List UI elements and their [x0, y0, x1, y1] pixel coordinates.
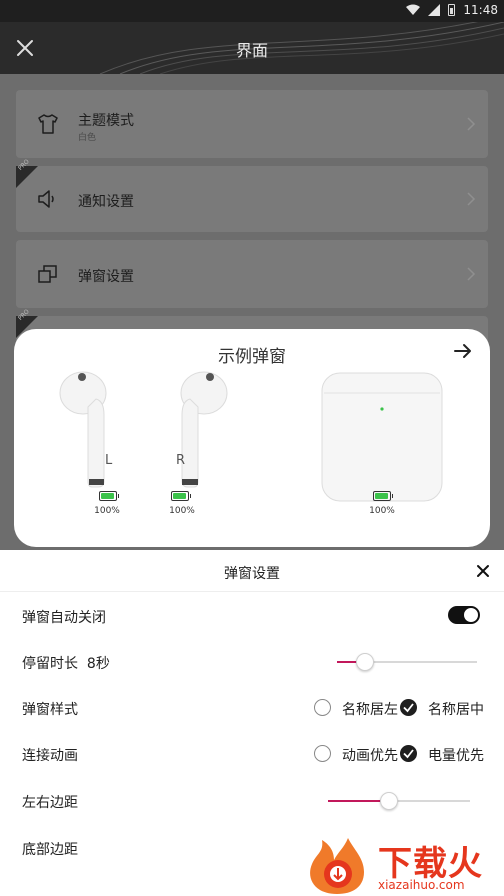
- left-earbud: L: [58, 369, 128, 489]
- settings-item-sub: 白色: [78, 133, 97, 143]
- pro-badge-label: PRO: [17, 158, 31, 172]
- connect-anim-label: 连接动画: [22, 748, 78, 764]
- connect-anim-option-anim[interactable]: 动画优先: [342, 745, 398, 765]
- watermark: 下载火 xiazaihuo.com: [296, 830, 504, 896]
- left-letter: L: [105, 453, 113, 468]
- left-battery-percent: 100%: [94, 506, 120, 516]
- chevron-right-icon: [467, 267, 476, 281]
- check-icon: [403, 749, 414, 759]
- sheet-title: 弹窗设置: [224, 566, 280, 582]
- stay-time-title: 停留时长: [22, 656, 78, 672]
- window-copy-icon: [38, 265, 57, 283]
- slider-thumb[interactable]: [380, 792, 399, 810]
- auto-close-label: 弹窗自动关闭: [22, 610, 106, 626]
- status-time: 11:48: [463, 3, 498, 17]
- side-margin-slider[interactable]: [328, 792, 470, 810]
- stay-time-value: 8秒: [86, 656, 110, 672]
- chevron-right-icon: [467, 117, 476, 131]
- earbud-left-image: [59, 371, 107, 488]
- right-battery-percent: 100%: [169, 506, 195, 516]
- toggle-knob: [463, 607, 479, 623]
- settings-item-label: 主题模式: [78, 113, 134, 129]
- check-icon: [403, 703, 414, 713]
- popup-settings-sheet: 弹窗设置 弹窗自动关闭 停留时长 8秒 弹窗样式 名称居左 名称居中 连接动画 …: [0, 550, 504, 896]
- settings-item-popup[interactable]: 弹窗设置: [16, 240, 488, 308]
- bottom-margin-label: 底部边距: [22, 842, 78, 858]
- close-icon[interactable]: [476, 564, 490, 578]
- tshirt-icon: [38, 114, 58, 134]
- right-letter: R: [176, 453, 186, 468]
- popup-style-row: 弹窗样式 名称居左 名称居中: [0, 685, 504, 731]
- case-battery-icon: [373, 491, 393, 501]
- side-margin-row: 左右边距: [0, 778, 504, 824]
- popup-style-option-center[interactable]: 名称居中: [428, 699, 484, 719]
- side-margin-label: 左右边距: [22, 795, 78, 811]
- auto-close-row: 弹窗自动关闭: [0, 593, 504, 639]
- example-popup[interactable]: 示例弹窗 L 100% R 100% 100%: [14, 329, 490, 547]
- page-title: 界面: [235, 41, 268, 60]
- slider-thumb[interactable]: [356, 653, 374, 671]
- arrow-right-icon[interactable]: [454, 343, 472, 359]
- signal-icon: [428, 4, 441, 16]
- case-battery-percent: 100%: [369, 506, 395, 516]
- watermark-logo: [310, 838, 364, 894]
- connect-anim-option-anim-radio[interactable]: [314, 745, 331, 762]
- pro-badge-label: PRO: [17, 308, 31, 322]
- connect-anim-row: 连接动画 动画优先 电量优先: [0, 731, 504, 777]
- pro-badge: PRO: [16, 158, 38, 188]
- sheet-header: 弹窗设置: [0, 550, 504, 592]
- connect-anim-option-battery-radio[interactable]: [400, 745, 417, 762]
- app-header: 界面: [0, 22, 504, 74]
- popup-style-option-left[interactable]: 名称居左: [342, 699, 398, 719]
- settings-item-notification[interactable]: PRO 通知设置: [16, 158, 488, 232]
- popup-style-option-center-radio[interactable]: [400, 699, 417, 716]
- status-bar: 11:48: [0, 0, 504, 22]
- battery-icon: [448, 4, 456, 16]
- stay-time-label: 停留时长 8秒: [22, 653, 110, 673]
- left-battery-icon: [99, 491, 119, 501]
- watermark-subtext: xiazaihuo.com: [378, 878, 465, 892]
- right-earbud: R: [164, 369, 234, 489]
- settings-item-theme[interactable]: 主题模式 白色: [16, 90, 488, 158]
- case-image: [321, 372, 443, 502]
- earbud-right-image: [180, 371, 228, 488]
- popup-title: 示例弹窗: [218, 347, 286, 367]
- chevron-right-icon: [467, 192, 476, 206]
- auto-close-toggle[interactable]: [448, 606, 480, 624]
- speaker-icon: [38, 190, 54, 208]
- stay-time-row: 停留时长 8秒: [0, 639, 504, 685]
- settings-item-label: 弹窗设置: [78, 269, 134, 285]
- wifi-icon: [406, 4, 421, 15]
- connect-anim-option-battery[interactable]: 电量优先: [428, 745, 484, 765]
- popup-style-option-left-radio[interactable]: [314, 699, 331, 716]
- right-battery-icon: [171, 491, 191, 501]
- stay-time-slider[interactable]: [337, 653, 477, 671]
- popup-style-label: 弹窗样式: [22, 702, 78, 718]
- settings-item-label: 通知设置: [78, 194, 134, 210]
